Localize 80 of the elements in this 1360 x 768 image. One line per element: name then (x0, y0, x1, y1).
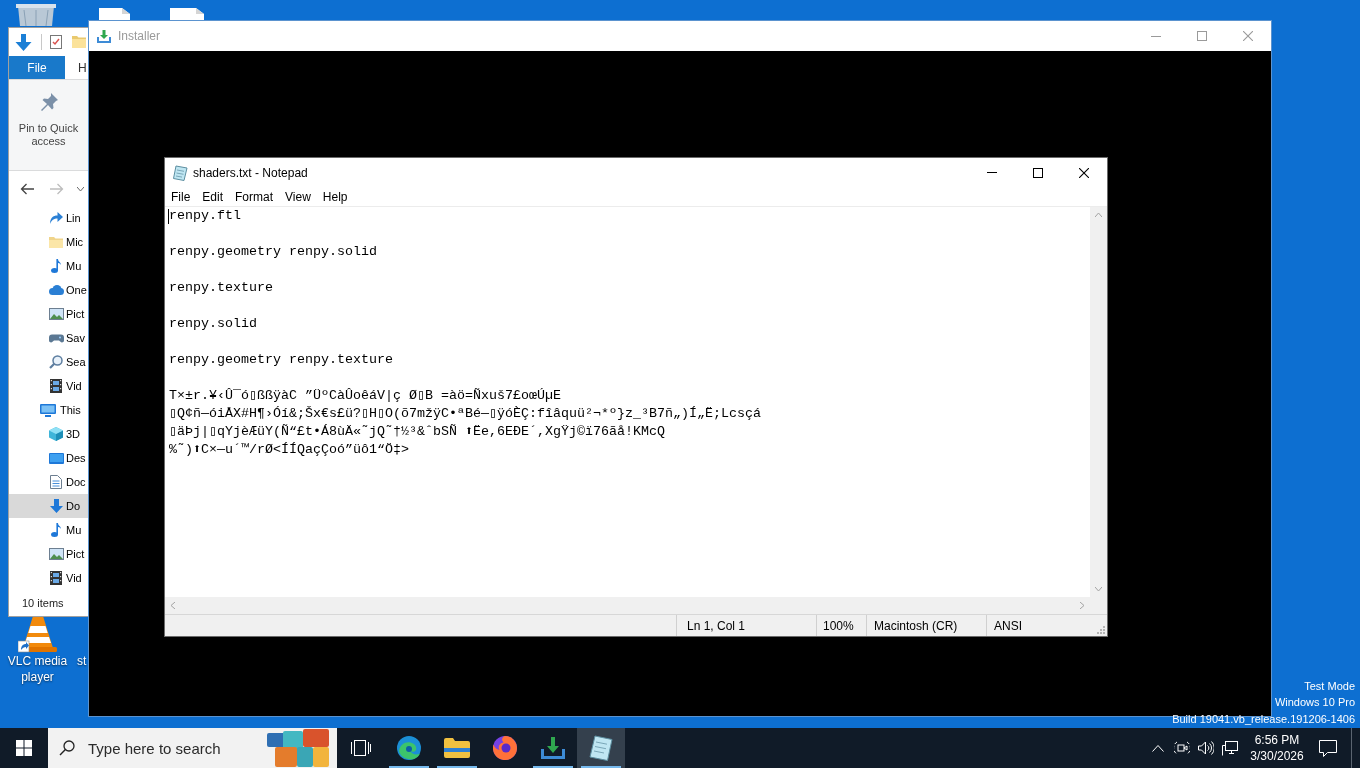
file-tab[interactable]: File (9, 56, 65, 79)
text-cursor (168, 209, 169, 224)
test-mode-text: Build 19041.vb_release.191206-1406 (1172, 711, 1355, 727)
minimize-icon (987, 172, 997, 173)
window-title: Installer (118, 28, 161, 45)
folder-icon (444, 738, 470, 758)
item-count-text: 10 items (22, 595, 64, 611)
document-icon (50, 475, 62, 489)
menu-item[interactable]: Edit (196, 187, 230, 206)
text-line: %˜)⬆C×—u´™/rØ<ÍÍQaçÇoó”üô1“Ö‡> (169, 441, 409, 459)
search-icon (59, 740, 75, 756)
download-icon (97, 29, 111, 43)
traffic-cone-icon[interactable] (17, 614, 58, 654)
nav-item[interactable]: Do (9, 494, 88, 518)
encoding-text: ANSI (994, 617, 1022, 635)
desktop-icon-label[interactable]: st (77, 654, 87, 670)
chevron-down-icon[interactable] (77, 186, 84, 191)
task-view-icon (351, 740, 371, 756)
text-line: renpy.geometry renpy.solid (169, 243, 377, 261)
download-arrow-icon (49, 499, 63, 513)
search-icon (49, 355, 63, 369)
download-icon (541, 737, 565, 759)
desktop-icon-label[interactable]: VLC media player (0, 654, 75, 685)
notification-icon (1319, 739, 1337, 757)
text-line: renpy.texture (169, 279, 273, 297)
close-icon (1079, 167, 1089, 178)
cube-icon (49, 427, 63, 441)
line-ending-text: Macintosh (CR) (874, 617, 958, 635)
picture-icon (48, 308, 64, 320)
file-icon[interactable] (99, 8, 130, 20)
chevron-up-icon (1152, 744, 1164, 752)
monitor-icon (40, 403, 56, 417)
text-line: ▯äÞj|▯qYjèÆüY(Ñ“£t•Á8ùÄ«˜jQ˜†½³&ˆbSÑ ⬆Ëe,6EÐE´,XgŸj©ï76ãå!KMcQ (169, 423, 665, 441)
notebook-icon (589, 735, 613, 761)
music-note-icon (51, 259, 61, 273)
minimize-icon (1151, 35, 1161, 37)
text-line: renpy.ftl (169, 207, 241, 225)
windows-logo-icon (16, 740, 32, 756)
text-line: T×±r.¥‹Û¯ó▯ßßÿàC ”ÜºCàÛoêáV|ç Ø▯B =àö=Ñxuš7£oœÚµE (169, 387, 561, 405)
network-icon (1222, 740, 1238, 756)
video-camera-icon (1174, 741, 1190, 755)
menu-item[interactable]: Help (316, 187, 354, 206)
gamepad-icon (48, 333, 64, 343)
notebook-icon (173, 164, 188, 181)
cloud-icon (48, 285, 64, 295)
back-arrow-icon[interactable] (20, 182, 34, 195)
desktop-screen-icon (48, 452, 64, 464)
menu-item[interactable]: View (279, 187, 317, 206)
speaker-icon (1198, 741, 1214, 755)
clock-button[interactable]: 6:56 PM 3/30/2026 (1249, 728, 1305, 768)
file-icon[interactable] (170, 8, 204, 20)
text-line: renpy.geometry renpy.texture (169, 351, 393, 369)
menu-item[interactable]: Format (229, 187, 280, 206)
picture-icon (48, 548, 64, 560)
recycle-bin-icon[interactable] (16, 4, 56, 26)
ribbon-tab[interactable]: H (65, 56, 87, 79)
pin-to-quick-access-button[interactable]: Pin to Quick access (12, 92, 85, 156)
puzzle-pieces-icon (267, 729, 329, 767)
checklist-icon[interactable] (50, 35, 62, 49)
folder-icon (49, 236, 63, 248)
download-arrow-icon[interactable] (15, 33, 32, 51)
zoom-level-text: 100% (823, 617, 854, 635)
close-icon (1243, 31, 1253, 41)
maximize-icon (1033, 167, 1043, 178)
taskbar-app-button[interactable] (577, 728, 625, 768)
test-mode-text: Windows 10 Pro (1274, 695, 1355, 710)
cursor-position-text: Ln 1, Col 1 (687, 617, 746, 635)
text-line: ▯Q¢ñ—óiÅX#H¶›Óí&;Šx€s£ü?▯H▯O(õ7mžÿC•ªBé—▯ÿóÈÇ:fîâquü²¬*º}z_³B7ñ„)Í„Ë;Lcsçá (169, 405, 761, 423)
test-mode-text: Test Mode (1304, 678, 1355, 694)
curved-arrow-icon (49, 212, 63, 224)
text-line: renpy.solid (169, 315, 257, 333)
maximize-icon (1197, 31, 1207, 41)
fox-browser-icon (493, 736, 517, 760)
music-note-icon (51, 523, 61, 537)
menu-item[interactable]: File (165, 187, 197, 206)
window-title: shaders.txt - Notepad (193, 164, 308, 182)
resize-grip-icon (1097, 626, 1105, 634)
film-strip-icon (50, 571, 62, 585)
browser-icon (397, 736, 421, 760)
film-strip-icon (50, 379, 62, 393)
